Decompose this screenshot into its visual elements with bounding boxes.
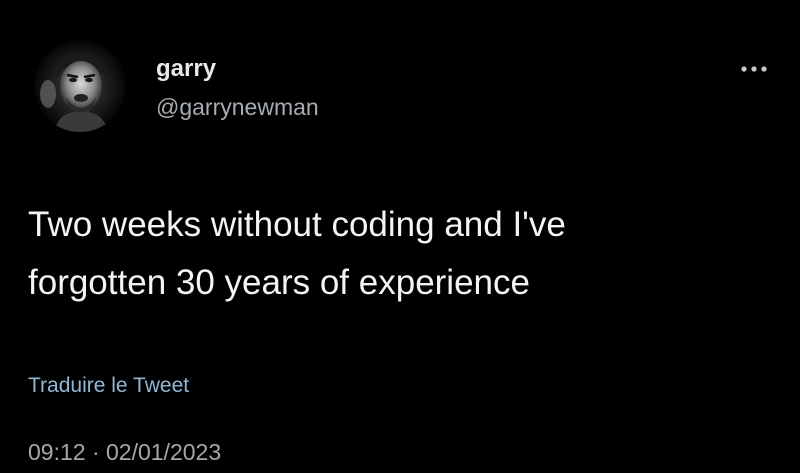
translate-tweet-link[interactable]: Traduire le Tweet	[28, 372, 189, 400]
tweet-text: Two weeks without coding and I've forgot…	[28, 205, 566, 302]
more-options-button[interactable]	[736, 56, 772, 82]
tweet-timestamp[interactable]: 09:12 · 02/01/2023	[28, 437, 221, 467]
display-name[interactable]: garry	[156, 54, 216, 84]
user-handle[interactable]: @garrynewman	[156, 92, 319, 122]
tweet-card: garry @garrynewman Two weeks without cod…	[0, 0, 800, 473]
avatar[interactable]	[34, 40, 126, 132]
ellipsis-icon	[741, 66, 767, 72]
